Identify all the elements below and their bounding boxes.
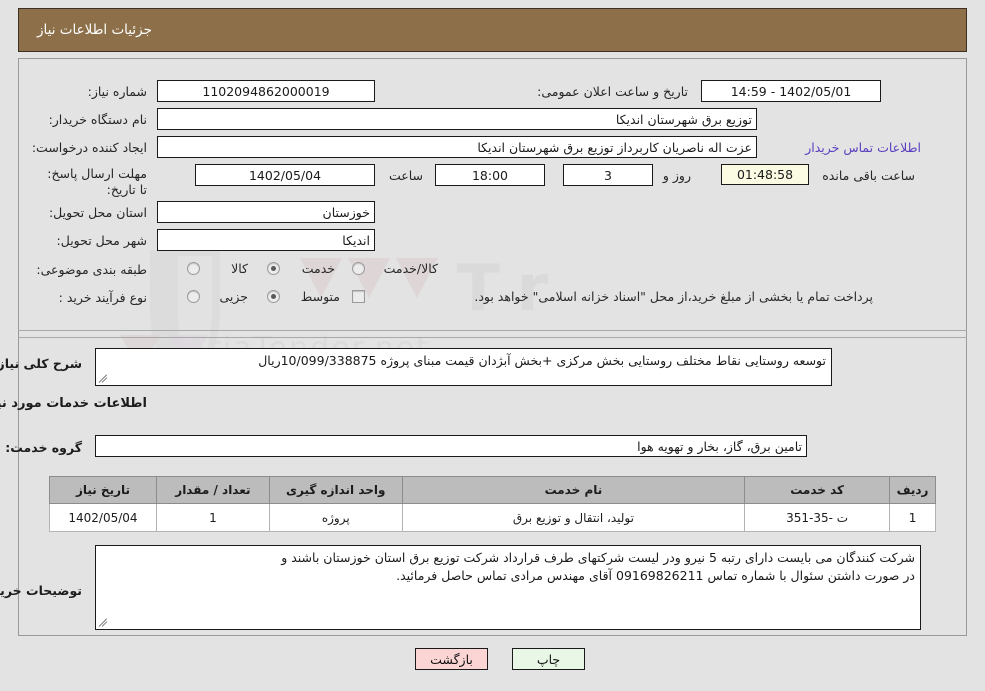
service-group-label: گروه خدمت:: [5, 440, 82, 455]
radio-category-goods-label: کالا: [231, 261, 248, 276]
notes-label: توضیحات خریدار:: [0, 583, 82, 598]
page-root: T r AriaTender.net جزئیات اطلاعات نیاز ش…: [0, 0, 985, 691]
deadline-date-value: 1402/05/04: [195, 164, 375, 186]
service-group-value: تامین برق، گاز، بخار و تهویه هوا: [95, 435, 807, 457]
radio-category-goods-service[interactable]: [352, 262, 365, 275]
cell-quantity: 1: [155, 503, 270, 532]
resize-grip-icon-notes[interactable]: [99, 618, 109, 628]
radio-category-service-label: خدمت: [301, 261, 335, 276]
category-label: طبقه بندی موضوعی:: [36, 262, 147, 277]
cell-service-code: ت -35-351: [744, 503, 891, 532]
hour-value: 18:00: [435, 164, 545, 186]
description-label: شرح کلی نیاز:: [0, 356, 82, 371]
days-value: 3: [563, 164, 653, 186]
days-and-label: روز و: [662, 168, 691, 183]
radio-category-goods[interactable]: [187, 262, 200, 275]
buyer-contact-link[interactable]: اطلاعات تماس خریدار: [805, 140, 921, 155]
services-table: ردیف کد خدمت نام خدمت واحد اندازه گیری ت…: [49, 476, 936, 532]
radio-process-minor[interactable]: [187, 290, 200, 303]
announce-datetime-label: تاریخ و ساعت اعلان عمومی:: [537, 84, 688, 99]
col-need-date: تاریخ نیاز: [49, 476, 157, 504]
treasury-checkbox[interactable]: [352, 290, 365, 303]
col-row-no: ردیف: [889, 476, 936, 504]
radio-process-minor-label: جزیی: [219, 289, 248, 304]
city-value: اندیکا: [157, 229, 375, 251]
page-title: جزئیات اطلاعات نیاز: [37, 22, 152, 38]
deadline-label: مهلت ارسال پاسخ: تا تاریخ:: [47, 166, 147, 197]
hour-label: ساعت: [388, 168, 423, 183]
table-header-row: ردیف کد خدمت نام خدمت واحد اندازه گیری ت…: [49, 476, 936, 504]
cell-need-date: 1402/05/04: [49, 503, 157, 532]
radio-category-service[interactable]: [267, 262, 280, 275]
col-service-name: نام خدمت: [401, 476, 746, 504]
radio-process-medium[interactable]: [267, 290, 280, 303]
process-label: نوع فرآیند خرید :: [58, 290, 147, 305]
requester-value: عزت اله ناصریان کاربرداز توزیع برق شهرست…: [157, 136, 757, 158]
remaining-label: ساعت باقی مانده: [822, 168, 915, 183]
notes-line-1: شرکت کنندگان می بایست دارای رتبه 5 نیرو …: [281, 550, 915, 565]
description-textarea[interactable]: توسعه روستایی نقاط مختلف روستایی بخش مرک…: [95, 348, 832, 386]
buyer-org-label: نام دستگاه خریدار:: [48, 112, 147, 127]
announce-datetime-value: 1402/05/01 - 14:59: [701, 80, 881, 102]
divider-2: [18, 337, 967, 338]
description-value: توسعه روستایی نقاط مختلف روستایی بخش مرک…: [258, 353, 826, 368]
radio-process-medium-label: متوسط: [300, 289, 340, 304]
city-label: شهر محل تحویل:: [56, 233, 147, 248]
table-row: 1 ت -35-351 تولید، انتقال و توزیع برق پر…: [49, 503, 936, 532]
radio-category-goods-service-label: کالا/خدمت: [383, 261, 438, 276]
cell-row-no: 1: [889, 503, 936, 532]
col-service-code: کد خدمت: [744, 476, 891, 504]
requester-label: ایجاد کننده درخواست:: [31, 140, 147, 155]
treasury-note: پرداخت تمام یا بخشی از مبلغ خرید،از محل …: [474, 289, 873, 304]
notes-line-2: در صورت داشتن سئوال با شماره تماس 091698…: [396, 568, 915, 583]
countdown-value: 01:48:58: [721, 164, 809, 185]
page-header-bar: جزئیات اطلاعات نیاز: [18, 8, 967, 52]
cell-service-name: تولید، انتقال و توزیع برق: [401, 503, 746, 532]
notes-textarea[interactable]: شرکت کنندگان می بایست دارای رتبه 5 نیرو …: [95, 545, 921, 630]
need-number-value: 1102094862000019: [157, 80, 375, 102]
divider-1: [18, 330, 967, 331]
services-section-heading: اطلاعات خدمات مورد نیاز: [0, 396, 147, 411]
resize-grip-icon[interactable]: [99, 374, 109, 384]
province-label: استان محل تحویل:: [48, 205, 147, 220]
back-button[interactable]: بازگشت: [415, 648, 488, 670]
col-unit: واحد اندازه گیری: [268, 476, 403, 504]
cell-unit: پروژه: [268, 503, 403, 532]
buyer-org-value: توزیع برق شهرستان اندیکا: [157, 108, 757, 130]
print-button[interactable]: چاپ: [512, 648, 585, 670]
province-value: خوزستان: [157, 201, 375, 223]
need-number-label: شماره نیاز:: [87, 84, 147, 99]
col-quantity: تعداد / مقدار: [155, 476, 270, 504]
